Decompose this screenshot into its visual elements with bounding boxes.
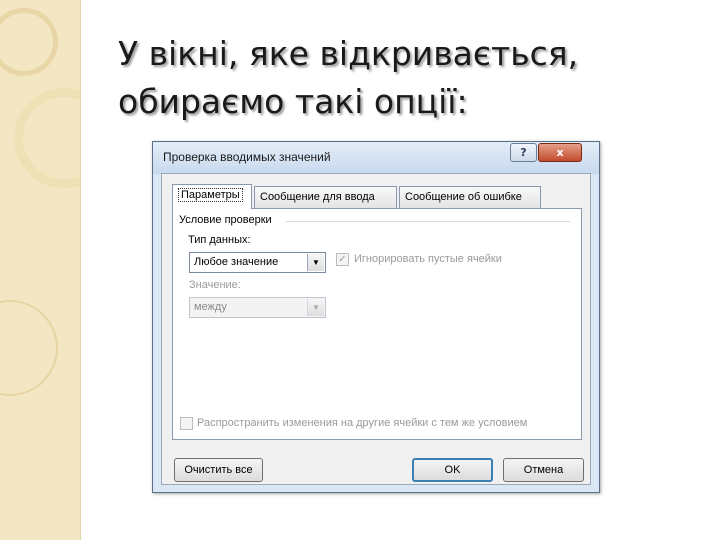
tab-error-message[interactable]: Сообщение об ошибке (399, 186, 541, 208)
tab-error-message-label: Сообщение об ошибке (405, 191, 522, 203)
close-icon: x (556, 146, 564, 159)
slide-title-line-1: У вікні, яке відкривається, (118, 34, 579, 73)
cancel-button[interactable]: Отмена (503, 458, 584, 482)
close-button[interactable]: x (538, 143, 582, 162)
slide-title-line-2: обираємо такі опції: (118, 82, 468, 121)
dialog-title: Проверка вводимых значений (163, 150, 331, 164)
ignore-blank-checkbox[interactable]: ✓ (336, 253, 349, 266)
value-label: Значение: (189, 279, 241, 291)
decorative-side-strip (0, 0, 81, 540)
ok-button[interactable]: OK (412, 458, 493, 482)
value-operator-value: между (194, 301, 227, 313)
decorative-circle (0, 300, 58, 396)
value-operator-select[interactable]: между ▼ (189, 297, 326, 318)
validation-criteria-group-title: Условие проверки (179, 214, 272, 226)
dialog-titlebar[interactable]: Проверка вводимых значений ? x (153, 142, 599, 174)
decorative-circle (0, 8, 58, 76)
tab-parameters-label: Параметры (178, 188, 243, 202)
tab-input-message[interactable]: Сообщение для ввода (254, 186, 397, 208)
decorative-circle (14, 88, 80, 188)
dialog-client-area: Параметры Сообщение для ввода Сообщение … (161, 173, 591, 485)
help-icon: ? (520, 146, 527, 159)
slide-title: У вікні, яке відкривається, обираємо так… (118, 30, 698, 126)
data-type-value: Любое значение (194, 256, 279, 268)
tab-parameters[interactable]: Параметры (172, 184, 252, 209)
data-type-label: Тип данных: (188, 234, 251, 246)
ignore-blank-label: Игнорировать пустые ячейки (354, 253, 502, 265)
data-validation-dialog: Проверка вводимых значений ? x Параметры… (152, 141, 600, 493)
group-divider (286, 221, 570, 222)
data-type-select[interactable]: Любое значение ▼ (189, 252, 326, 273)
tab-input-message-label: Сообщение для ввода (260, 191, 375, 203)
parameters-panel: Условие проверки Тип данных: Любое значе… (172, 208, 582, 440)
chevron-down-icon[interactable]: ▼ (307, 299, 324, 316)
apply-all-label: Распространить изменения на другие ячейк… (197, 417, 528, 429)
help-button[interactable]: ? (510, 143, 537, 162)
apply-all-checkbox[interactable] (180, 417, 193, 430)
clear-all-button[interactable]: Очистить все (174, 458, 263, 482)
chevron-down-icon[interactable]: ▼ (307, 254, 324, 271)
